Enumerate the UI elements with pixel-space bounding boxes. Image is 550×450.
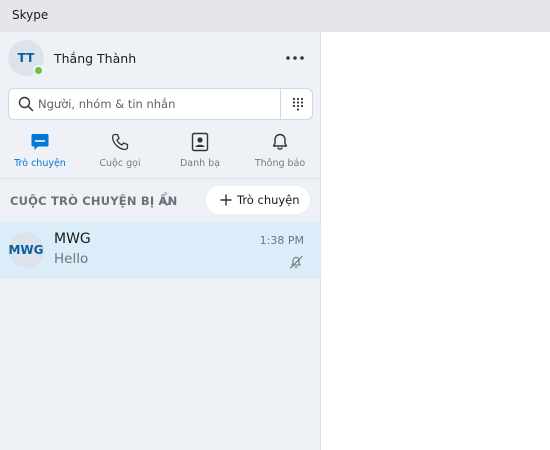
profile-initials: TT: [17, 51, 35, 65]
tab-label: Danh bạ: [179, 158, 221, 169]
avatar: MWG: [8, 232, 44, 268]
chat-preview: Hello: [54, 251, 89, 267]
tab-label: Trò chuyện: [14, 158, 66, 169]
app-title: Skype: [12, 8, 49, 22]
plus-icon: [220, 194, 232, 206]
more-options-button[interactable]: [280, 46, 310, 70]
contacts-icon: [191, 132, 209, 152]
title-bar: Skype: [0, 0, 550, 32]
tab-label: Thông báo: [254, 158, 306, 169]
tab-notifications[interactable]: Thông báo: [240, 132, 320, 172]
tab-chats[interactable]: Trò chuyện: [0, 132, 80, 172]
chat-list-item[interactable]: MWG MWG Hello 1:38 PM: [0, 222, 321, 279]
section-title[interactable]: CUỘC TRÒ CHUYỆN BỊ ẨN: [10, 194, 177, 208]
tab-contacts[interactable]: Danh bạ: [160, 132, 240, 172]
new-chat-label: Trò chuyện: [237, 193, 300, 207]
chat-timestamp: 1:38 PM: [259, 234, 304, 247]
dialpad-icon: [292, 97, 303, 111]
search-input[interactable]: [38, 94, 278, 114]
new-chat-button[interactable]: Trò chuyện: [206, 186, 310, 214]
muted-bell-icon: [289, 255, 303, 269]
tab-label: Cuộc gọi: [99, 158, 141, 169]
chat-avatar-initials: MWG: [8, 243, 44, 257]
dialpad-button[interactable]: [282, 89, 313, 119]
tab-calls[interactable]: Cuộc gọi: [80, 132, 160, 172]
presence-status-dot: [33, 65, 44, 76]
search-icon: [18, 96, 34, 112]
profile-name[interactable]: Thắng Thành: [54, 51, 136, 66]
phone-icon: [111, 133, 129, 151]
section-divider: [0, 178, 321, 179]
conversation-pane: [322, 32, 550, 450]
search-box: [8, 88, 313, 120]
bell-icon: [272, 133, 288, 150]
chat-name: MWG: [54, 231, 91, 247]
chevron-down-icon[interactable]: [161, 197, 173, 209]
more-horizontal-icon: [286, 56, 304, 60]
sidebar: TT Thắng Thành Trò chu: [0, 32, 321, 450]
chat-icon: [31, 134, 49, 150]
search-divider: [280, 89, 281, 119]
